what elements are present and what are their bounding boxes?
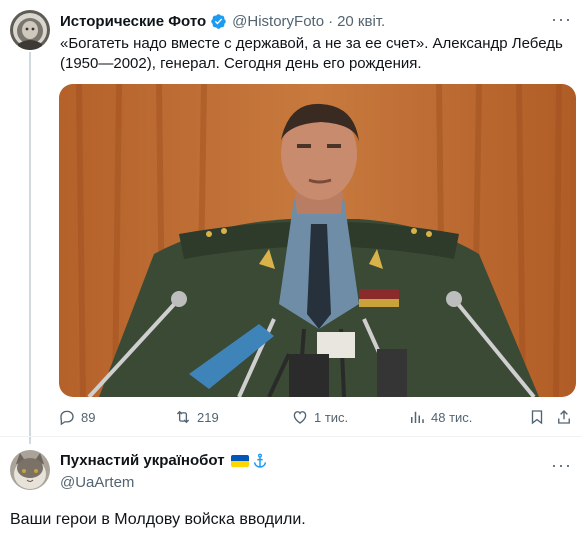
like-button[interactable]: 1 тис. <box>291 408 348 426</box>
tweet-actions: 89 219 1 тис. 48 тис. <box>58 408 574 432</box>
share-icon <box>558 410 570 424</box>
divider <box>0 436 582 437</box>
bookmark-button[interactable] <box>528 408 546 426</box>
reply-avatar[interactable] <box>10 450 50 490</box>
tweet[interactable]: Исторические Фото @HistoryFoto · 20 квіт… <box>0 0 582 444</box>
like-icon <box>293 411 307 424</box>
tweet-photo[interactable] <box>59 84 576 397</box>
reply-header: Пухнастий українобот <box>60 452 268 469</box>
author-handle[interactable]: @HistoryFoto <box>232 13 324 30</box>
views-button[interactable]: 48 тис. <box>408 408 472 426</box>
views-icon <box>411 411 424 423</box>
verified-badge-icon <box>210 13 227 30</box>
reply-text: Ваши герои в Молдову войска вводили. <box>10 511 306 528</box>
author-name[interactable]: Исторические Фото <box>60 13 206 30</box>
tweet-date[interactable]: 20 квіт. <box>337 13 385 30</box>
retweet-button[interactable]: 219 <box>174 408 219 426</box>
reply-button[interactable]: 89 <box>58 408 95 426</box>
share-button[interactable] <box>555 408 573 426</box>
views-count: 48 тис. <box>431 409 473 425</box>
retweet-icon <box>176 410 190 424</box>
reply-author-name[interactable]: Пухнастий українобот <box>60 452 225 469</box>
like-count: 1 тис. <box>314 409 349 425</box>
tweet-text: «Богатеть надо вместе с державой, а не з… <box>60 35 563 72</box>
bookmark-icon <box>531 410 543 425</box>
ukraine-flag-icon <box>230 454 249 467</box>
more-icon[interactable]: ··· <box>551 10 572 28</box>
tweet-header: Исторические Фото @HistoryFoto · 20 квіт… <box>60 10 385 32</box>
thread-line <box>29 52 31 444</box>
author-avatar[interactable] <box>10 10 50 50</box>
retweet-count: 219 <box>197 409 219 425</box>
anchor-icon <box>252 453 268 469</box>
reply-handle[interactable]: @UaArtem <box>60 474 134 491</box>
more-icon[interactable]: ··· <box>551 456 572 474</box>
header-separator: · <box>328 12 334 30</box>
reply-icon <box>60 410 74 426</box>
reply-count: 89 <box>81 409 96 425</box>
